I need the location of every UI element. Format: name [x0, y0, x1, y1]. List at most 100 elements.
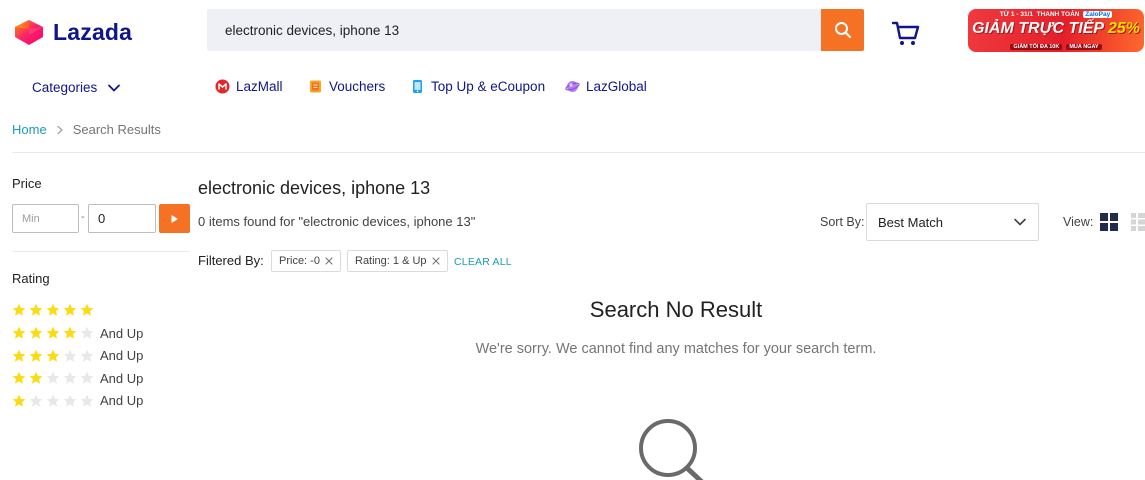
star-icon: [29, 326, 43, 339]
sidebar-divider: [12, 251, 190, 252]
promo-buy-now: MUA NGAY: [1066, 44, 1102, 50]
star-icon: [12, 303, 26, 316]
star-icon: [46, 394, 60, 407]
nav-item-label: Top Up & eCoupon: [431, 79, 546, 94]
promo-date: TỪ 1 - 31/1: [999, 11, 1033, 18]
rating-and-up-label: And Up: [100, 325, 144, 341]
star-icon: [80, 326, 94, 339]
rating-and-up-label: And Up: [100, 370, 144, 386]
star-icon: [46, 349, 60, 362]
grid-view-button[interactable]: [1100, 213, 1118, 231]
close-icon[interactable]: [431, 257, 440, 265]
star-icon: [12, 371, 26, 384]
star-icon: [80, 303, 94, 316]
list-view-icon: [1131, 213, 1145, 231]
promo-footer: GIẢM TỐI ĐA 10K MUA NGAY: [968, 44, 1144, 50]
nav-item-vouchers[interactable]: Vouchers: [308, 79, 385, 94]
sort-by-value: Best Match: [878, 214, 944, 230]
sort-by-select[interactable]: Best Match: [866, 203, 1039, 241]
rating-and-up-label: And Up: [100, 348, 144, 363]
star-icon: [63, 326, 77, 339]
price-apply-button[interactable]: [159, 204, 190, 233]
nav-item-topup[interactable]: Top Up & eCoupon: [410, 79, 545, 94]
star-icon: [46, 371, 60, 384]
star-icon: [29, 349, 43, 362]
search-button[interactable]: [821, 9, 864, 51]
header-divider: [12, 152, 1145, 153]
rating-filter-5-stars[interactable]: [12, 303, 97, 317]
search-icon: [834, 22, 851, 39]
rating-and-up-label: And Up: [100, 393, 144, 408]
rating-filter-2-stars[interactable]: And Up: [12, 371, 143, 386]
breadcrumb-home[interactable]: Home: [12, 122, 47, 137]
star-icon: [80, 349, 94, 362]
chevron-right-icon: [57, 125, 63, 134]
star-icon: [80, 371, 94, 384]
price-min-field: [12, 204, 79, 233]
filter-chip-label: Rating: 1 & Up: [355, 255, 427, 267]
promo-top-line: TỪ 1 - 31/1 THANH TOÁN ZaloPay: [968, 11, 1144, 18]
grid-view-icon: [1100, 213, 1118, 231]
view-label: View:: [1063, 215, 1094, 229]
search-box: [207, 9, 821, 51]
voucher-icon: [310, 80, 321, 93]
chevron-down-icon: [108, 84, 121, 91]
price-max-field: [88, 204, 156, 233]
star-icon: [12, 394, 26, 407]
rating-filter-title: Rating: [12, 271, 50, 286]
filter-chip-price[interactable]: Price: -0: [271, 250, 341, 272]
no-result-message: We're sorry. We cannot find any matches …: [475, 341, 877, 357]
chevron-down-icon: [1014, 218, 1026, 226]
nav-item-label: LazMall: [236, 79, 283, 94]
star-icon: [46, 326, 60, 339]
star-icon: [46, 303, 60, 316]
clear-all-filters-link[interactable]: CLEAR ALL: [454, 256, 512, 268]
promo-pay-label: THANH TOÁN: [1036, 11, 1080, 18]
star-icon: [29, 371, 43, 384]
price-filter-title: Price: [12, 176, 42, 191]
filter-chip-rating[interactable]: Rating: 1 & Up: [347, 250, 448, 272]
cart-icon: [891, 21, 920, 45]
topup-icon: [413, 80, 422, 93]
rating-filter-1-stars[interactable]: And Up: [12, 393, 143, 408]
play-arrow-icon: [171, 214, 178, 223]
categories-label: Categories: [32, 80, 98, 95]
nav-item-lazmall[interactable]: LazMall: [215, 79, 283, 94]
filter-chip-label: Price: -0: [279, 255, 320, 267]
promo-percent: 25%: [1107, 20, 1140, 37]
price-min-input[interactable]: [13, 205, 78, 232]
filtered-by-label: Filtered By:: [198, 253, 264, 268]
star-icon: [63, 371, 77, 384]
star-icon: [80, 394, 94, 407]
rating-filter-4-stars[interactable]: And Up: [12, 326, 143, 341]
promo-headline: GIẢM TRỰC TIẾP 25%: [968, 20, 1144, 38]
breadcrumb-current: Search Results: [72, 122, 161, 137]
star-icon: [63, 394, 77, 407]
nav-item-label: LazGlobal: [586, 79, 647, 94]
star-icon: [63, 349, 77, 362]
nav-item-lazglobal[interactable]: LazGlobal: [565, 79, 647, 94]
zalopay-promo-banner[interactable]: TỪ 1 - 31/1 THANH TOÁN ZaloPay GIẢM TRỰC…: [968, 9, 1144, 52]
breadcrumb: Home Search Results: [12, 122, 161, 137]
promo-max-discount: GIẢM TỐI ĐA 10K: [1010, 44, 1063, 50]
zalopay-badge: ZaloPay: [1083, 11, 1113, 18]
magnifier-icon: [639, 419, 704, 480]
cart-button[interactable]: [890, 17, 922, 49]
close-icon[interactable]: [325, 257, 333, 265]
list-view-button[interactable]: [1131, 213, 1145, 231]
price-max-input[interactable]: [89, 205, 155, 232]
nav-item-label: Vouchers: [329, 79, 386, 94]
sort-by-label: Sort By:: [820, 215, 865, 229]
categories-dropdown[interactable]: Categories: [32, 80, 121, 95]
star-icon: [29, 303, 43, 316]
star-icon: [12, 326, 26, 339]
rating-filter-3-stars[interactable]: And Up: [12, 348, 143, 363]
star-icon: [12, 349, 26, 362]
star-icon: [29, 394, 43, 407]
search-input[interactable]: [207, 9, 821, 51]
lazglobal-icon: [565, 81, 580, 92]
items-found-count: 0 items found for "electronic devices, i…: [198, 214, 476, 229]
results-title: electronic devices, iphone 13: [198, 178, 431, 198]
lazada-logo[interactable]: Lazada: [12, 17, 132, 47]
price-separator: -: [81, 211, 85, 223]
